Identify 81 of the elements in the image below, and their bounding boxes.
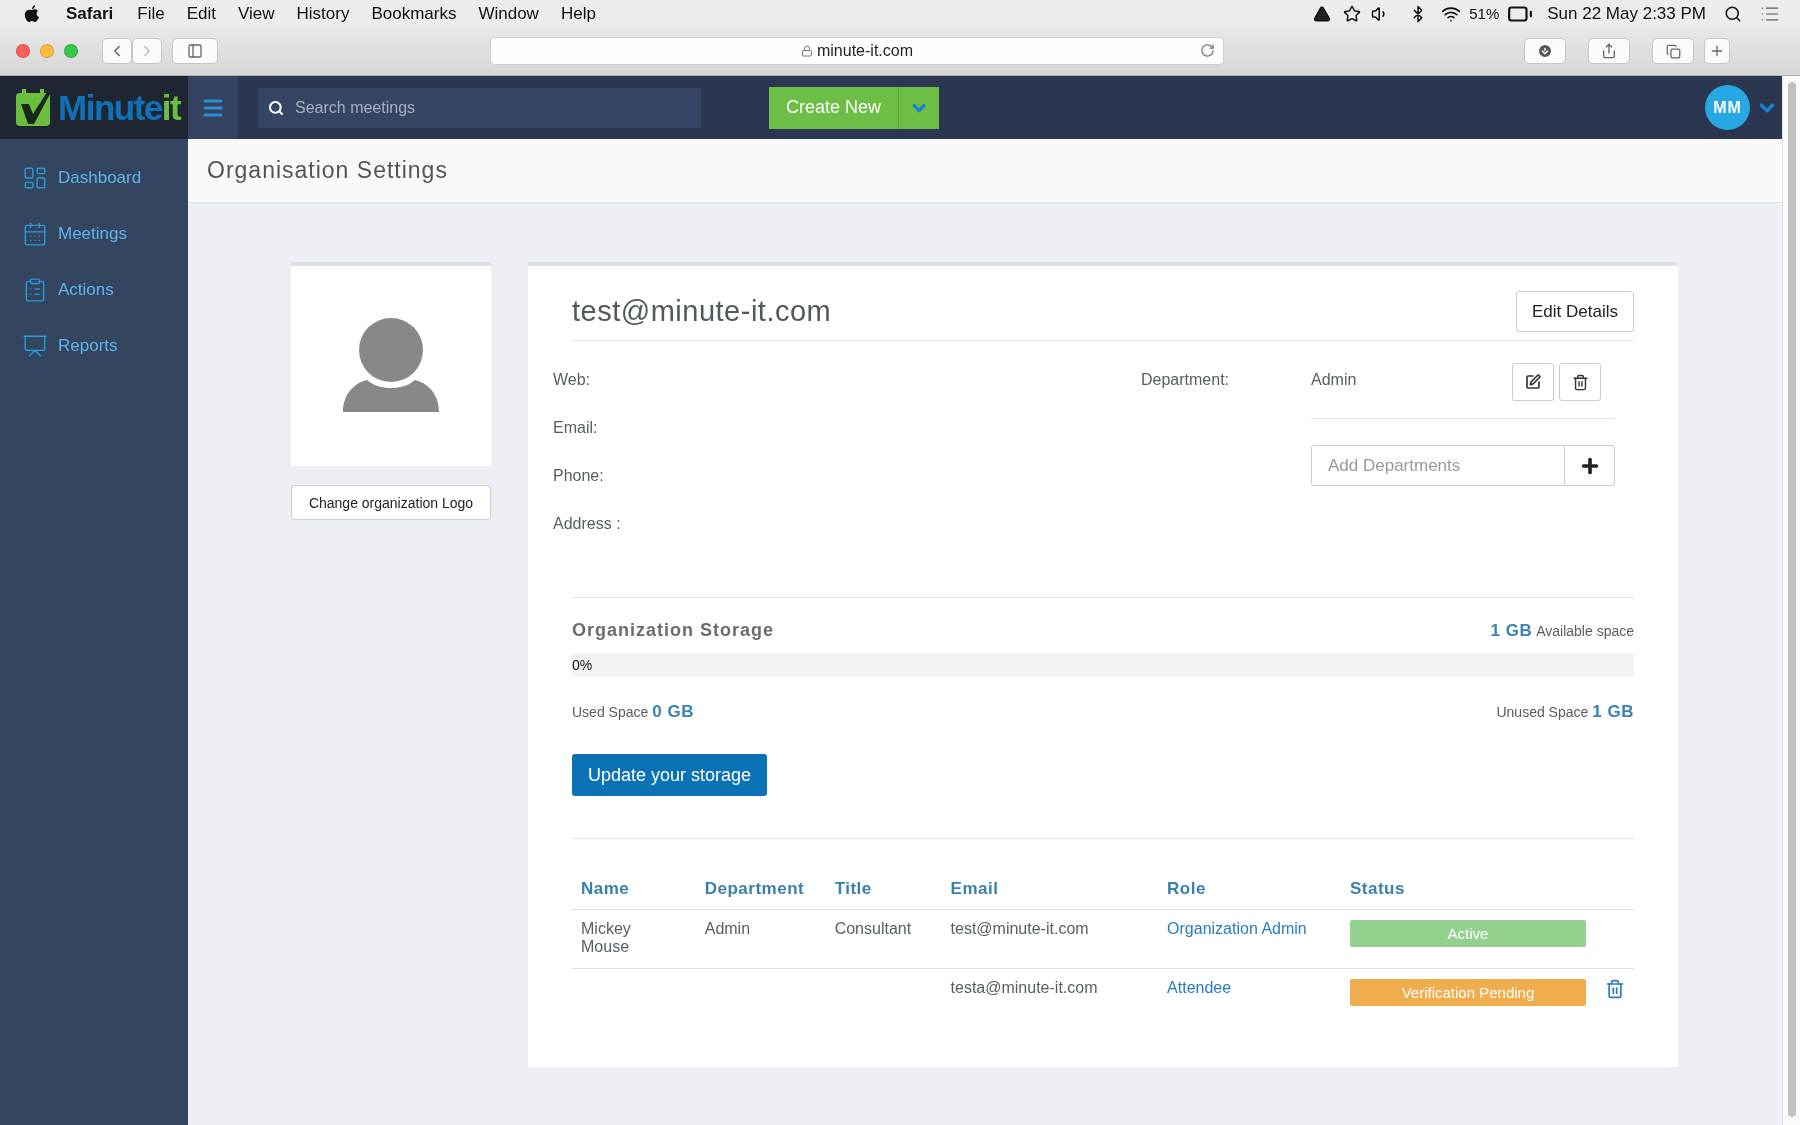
available-space: 1 GB Available space: [1489, 621, 1634, 641]
used-space: Used Space 0 GB: [572, 702, 695, 722]
role-link[interactable]: Attendee: [1167, 979, 1232, 996]
column-header: Department: [695, 838, 826, 910]
status-badge: Active: [1349, 920, 1586, 947]
storage-percent: 0%: [572, 657, 593, 673]
star-icon[interactable]: [1343, 4, 1362, 23]
new-tab-button[interactable]: [1704, 38, 1730, 64]
back-button[interactable]: [102, 38, 132, 64]
tabs-button[interactable]: [1652, 38, 1694, 64]
sidebar-item[interactable]: Reports: [0, 329, 188, 362]
downloads-button[interactable]: [1524, 38, 1566, 64]
menu-item[interactable]: Help: [560, 3, 596, 24]
column-header: Status: [1340, 838, 1596, 910]
change-logo-button[interactable]: Change organization Logo: [291, 485, 491, 520]
storage-title: Organization Storage: [572, 620, 775, 641]
close-button[interactable]: [16, 44, 30, 58]
page-title: Organisation Settings: [207, 157, 448, 184]
person-icon: [341, 318, 441, 414]
share-button[interactable]: [1588, 38, 1630, 64]
menu-item[interactable]: Window: [478, 3, 539, 24]
column-header: Name: [572, 838, 696, 910]
address-bar[interactable]: minute-it.com: [490, 37, 1224, 65]
search-icon: [268, 99, 284, 116]
edit-details-button[interactable]: Edit Details: [1516, 291, 1634, 332]
role-link[interactable]: Organization Admin: [1167, 920, 1307, 937]
status-badge: Verification Pending: [1349, 979, 1586, 1006]
search-icon[interactable]: [1724, 4, 1742, 23]
add-department-field[interactable]: Add Departments: [1311, 445, 1565, 486]
menu-item[interactable]: View: [237, 3, 275, 24]
update-storage-button[interactable]: Update your storage: [572, 754, 768, 796]
download-icon: [1537, 43, 1553, 59]
calendar-icon: [22, 220, 48, 247]
field-label: Email:: [553, 419, 599, 438]
apple-logo-icon[interactable]: [24, 4, 40, 23]
sidebar-item[interactable]: Meetings: [0, 217, 188, 250]
table-cell-text: Mickey Mouse: [581, 920, 632, 956]
logo-icon: [14, 87, 54, 128]
edit-icon: [1525, 374, 1541, 390]
table-cell: Admin: [704, 920, 751, 937]
dropdown-button[interactable]: [898, 86, 940, 129]
menu-item[interactable]: File: [137, 3, 165, 24]
url-text: minute-it.com: [817, 42, 913, 60]
sidebar-icon: [187, 43, 203, 59]
drive-icon[interactable]: [1313, 4, 1332, 23]
department-value: Admin: [1311, 371, 1358, 389]
reload-icon[interactable]: [1200, 43, 1215, 58]
menu-item[interactable]: Edit: [186, 3, 216, 24]
tabs-icon: [1665, 43, 1681, 59]
column-header: Email: [941, 838, 1159, 910]
plus-icon: [1709, 43, 1725, 59]
share-icon: [1601, 43, 1617, 59]
trash-icon[interactable]: [1604, 979, 1625, 999]
battery-percent: 51%: [1469, 5, 1500, 22]
organization-name: test@minute-it.com: [572, 295, 832, 328]
sidebar-button[interactable]: [172, 38, 218, 64]
field-label: Department:: [1141, 371, 1230, 388]
menu-button[interactable]: [188, 76, 238, 139]
column-header: Role: [1158, 838, 1341, 910]
column-header: Title: [825, 838, 942, 910]
field-label: Address :: [553, 515, 622, 534]
logo[interactable]: Minuteit: [0, 76, 188, 139]
lock-icon: [801, 45, 813, 57]
table-cell: test@minute-it.com: [950, 920, 1089, 937]
menu-item[interactable]: Bookmarks: [371, 3, 457, 24]
field-label: Phone:: [553, 467, 605, 486]
field-label: Web:: [553, 371, 592, 390]
menubar-clock[interactable]: Sun 22 May 2:33 PM: [1547, 3, 1706, 24]
menu-item[interactable]: History: [296, 3, 350, 24]
table-cell: testa@minute-it.com: [950, 979, 1098, 996]
sidebar-item[interactable]: Actions: [0, 273, 188, 306]
delete-button[interactable]: [1559, 363, 1601, 401]
trash-icon: [1571, 373, 1589, 391]
search-field[interactable]: Search meetings: [258, 87, 701, 128]
sidebar-item[interactable]: Dashboard: [0, 161, 188, 194]
edit-button[interactable]: [1512, 363, 1554, 401]
logo-text: Minuteit: [58, 87, 181, 128]
add-button[interactable]: [1565, 445, 1615, 486]
table-cell: Consultant: [834, 920, 912, 937]
unused-space: Unused Space 1 GB: [1496, 702, 1634, 722]
menu-item[interactable]: Safari: [66, 3, 114, 24]
